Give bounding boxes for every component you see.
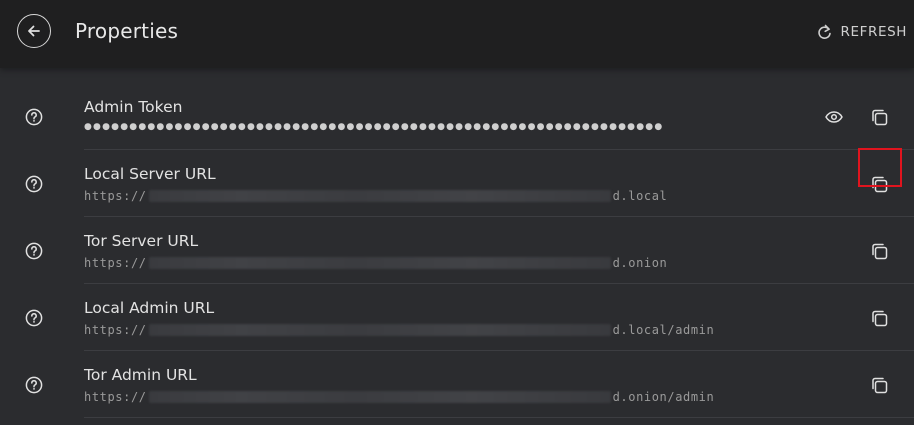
copy-icon xyxy=(871,109,888,126)
property-row-local-server-url: Local Server URL https:// d.local xyxy=(0,151,914,217)
redacted-segment xyxy=(148,190,611,202)
back-button[interactable] xyxy=(17,14,51,48)
help-icon[interactable] xyxy=(25,376,43,394)
masked-token: ●●●●●●●●●●●●●●●●●●●●●●●●●●●●●●●●●●●●●●●●… xyxy=(84,122,664,132)
url-prefix: https:// xyxy=(84,189,147,203)
property-row-local-admin-url: Local Admin URL https:// d.local/admin xyxy=(0,285,914,351)
row-divider xyxy=(84,216,914,217)
copy-icon xyxy=(871,310,888,327)
property-label: Tor Server URL xyxy=(84,232,199,250)
property-value: https:// d.local xyxy=(84,189,667,203)
property-value: https:// d.local/admin xyxy=(84,323,714,337)
property-row-tor-admin-url: Tor Admin URL https:// d.onion/admin xyxy=(0,352,914,418)
url-suffix: d.onion xyxy=(612,256,668,270)
copy-button[interactable] xyxy=(867,105,891,129)
copy-button[interactable] xyxy=(867,306,891,330)
arrow-left-icon xyxy=(26,23,42,39)
property-label: Tor Admin URL xyxy=(84,366,197,384)
row-divider xyxy=(84,350,914,351)
row-divider xyxy=(84,417,914,418)
url-suffix: d.local xyxy=(612,189,668,203)
eye-icon xyxy=(825,111,843,123)
help-icon[interactable] xyxy=(25,309,43,327)
refresh-label: REFRESH xyxy=(840,24,907,40)
app-header: Properties REFRESH xyxy=(0,0,914,68)
copy-icon xyxy=(871,243,888,260)
url-prefix: https:// xyxy=(84,323,147,337)
help-icon[interactable] xyxy=(25,108,43,126)
help-icon[interactable] xyxy=(25,175,43,193)
property-label: Admin Token xyxy=(84,98,183,116)
property-value: ●●●●●●●●●●●●●●●●●●●●●●●●●●●●●●●●●●●●●●●●… xyxy=(84,122,663,132)
copy-button[interactable] xyxy=(867,239,891,263)
reveal-button[interactable] xyxy=(822,105,846,129)
help-icon[interactable] xyxy=(25,242,43,260)
redacted-segment xyxy=(148,324,611,336)
property-row-admin-token: Admin Token ●●●●●●●●●●●●●●●●●●●●●●●●●●●●… xyxy=(0,84,914,150)
property-label: Local Server URL xyxy=(84,165,216,183)
copy-icon xyxy=(871,377,888,394)
highlight-box xyxy=(858,148,902,187)
property-value: https:// d.onion/admin xyxy=(84,390,714,404)
url-suffix: d.onion/admin xyxy=(612,390,715,404)
page-title: Properties xyxy=(75,19,179,43)
refresh-button[interactable]: REFRESH xyxy=(817,22,907,42)
refresh-icon xyxy=(817,24,832,41)
redacted-segment xyxy=(148,391,611,403)
property-value: https:// d.onion xyxy=(84,256,667,270)
property-row-tor-server-url: Tor Server URL https:// d.onion xyxy=(0,218,914,284)
copy-button[interactable] xyxy=(867,373,891,397)
redacted-segment xyxy=(148,257,611,269)
property-label: Local Admin URL xyxy=(84,299,215,317)
url-prefix: https:// xyxy=(84,390,147,404)
url-suffix: d.local/admin xyxy=(612,323,715,337)
row-divider xyxy=(84,283,914,284)
row-divider xyxy=(84,149,914,150)
url-prefix: https:// xyxy=(84,256,147,270)
